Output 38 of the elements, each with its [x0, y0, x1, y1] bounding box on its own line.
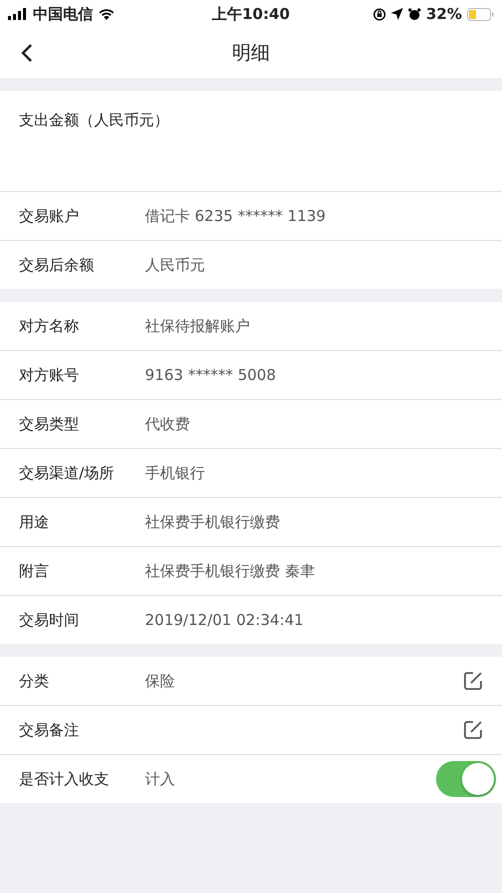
- page-title: 明细: [232, 41, 270, 66]
- battery-icon: [467, 8, 494, 20]
- back-icon: [21, 43, 33, 63]
- wifi-icon: [98, 8, 115, 20]
- alarm-icon: [408, 8, 422, 20]
- field-label: 支出金额（人民币元）: [19, 110, 169, 131]
- field-label: 交易账户: [19, 206, 80, 226]
- battery-percent: 32%: [426, 5, 462, 23]
- field-label: 是否计入收支: [19, 768, 110, 790]
- field-value: 2019/12/01 02:34:41: [145, 611, 305, 629]
- field-value: 代收费: [145, 414, 191, 434]
- location-icon: [391, 8, 404, 20]
- rotation-lock-icon: [373, 8, 386, 20]
- field-label: 对方名称: [19, 316, 80, 336]
- field-label: 对方账号: [19, 364, 80, 386]
- edit-icon[interactable]: [463, 671, 483, 691]
- field-label: 交易类型: [19, 414, 80, 434]
- edit-icon[interactable]: [463, 720, 483, 740]
- field-value: 计入: [145, 770, 176, 788]
- field-value: 社保费手机银行缴费: [145, 512, 281, 532]
- field-label: 交易时间: [19, 610, 80, 630]
- field-label: 分类: [19, 670, 50, 692]
- field-label: 附言: [19, 560, 50, 582]
- field-value: 借记卡 6235 ****** 1139: [145, 206, 327, 226]
- field-label: 交易渠道/场所: [19, 462, 116, 484]
- signal-icon: [8, 8, 28, 20]
- field-value: 9163 ****** 5008: [145, 366, 277, 384]
- field-value: 人民币元: [145, 256, 206, 274]
- field-value: 社保费手机银行缴费 秦聿: [145, 562, 316, 580]
- field-label: 交易后余额: [19, 254, 95, 276]
- field-value: 保险: [145, 672, 176, 690]
- status-time: 上午10:40: [212, 4, 290, 24]
- field-label: 交易备注: [19, 720, 80, 740]
- carrier-name: 中国电信: [33, 4, 93, 24]
- field-value: 社保待报解账户: [145, 316, 251, 336]
- field-value: 手机银行: [145, 464, 206, 482]
- toggle-switch[interactable]: [436, 761, 496, 797]
- field-label: 用途: [19, 512, 50, 532]
